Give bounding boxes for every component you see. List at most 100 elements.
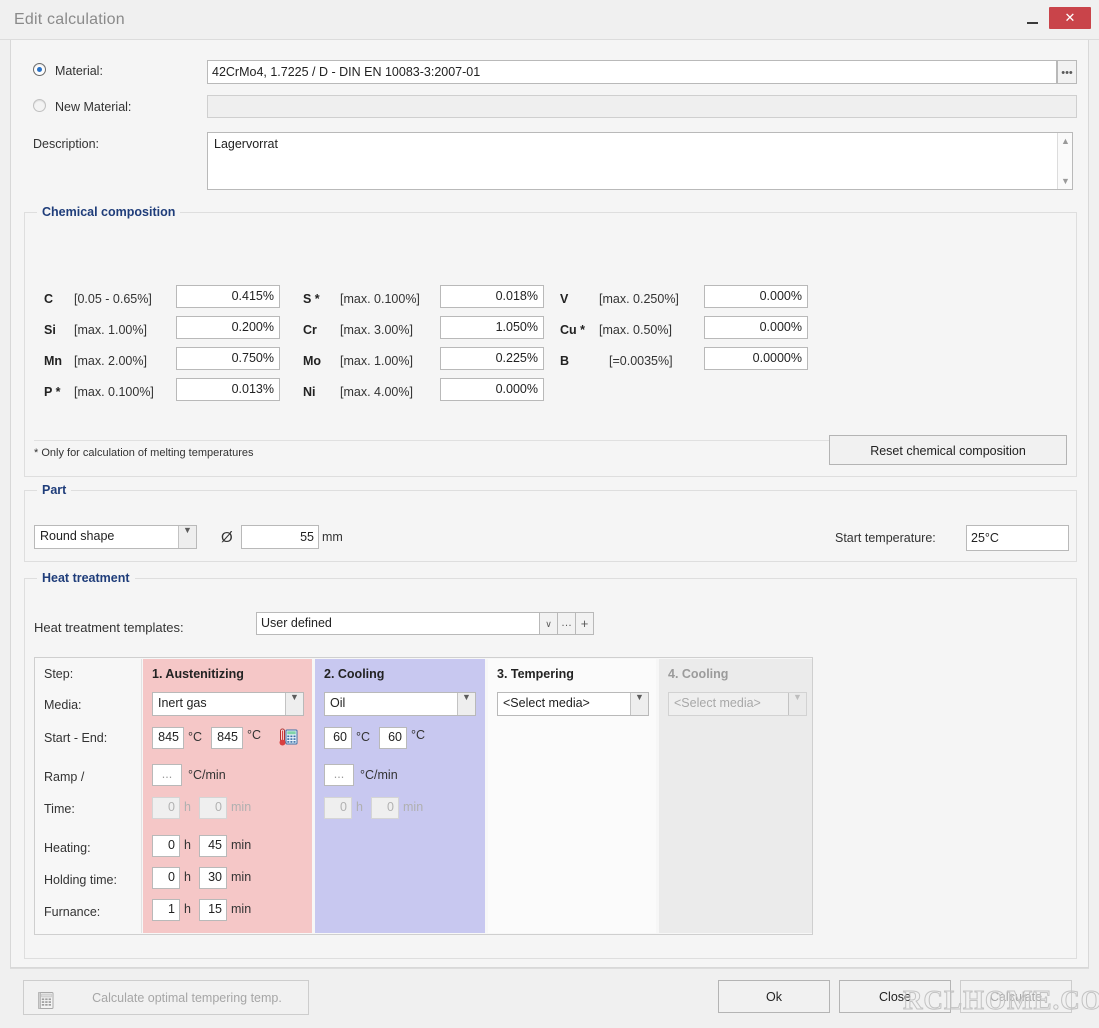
ht-start-unit-1: °C [188,730,203,744]
ht-media-select-2[interactable]: Oil ▼ [324,692,476,716]
chem-symbol-cu: Cu * [560,323,585,337]
chevron-down-icon[interactable]: ▼ [178,525,196,548]
new-material-input[interactable] [207,95,1077,118]
ht-time-hours-unit-2: h [356,800,363,814]
chevron-down-icon[interactable]: ▼ [457,692,475,715]
template-dropdown-icon[interactable]: ∨ [539,612,558,635]
chem-value-s[interactable]: 0.018% [440,285,544,308]
ht-start-temp-2[interactable]: 60 [324,727,352,749]
ht-ramp-2[interactable]: ... [324,764,354,786]
close-dialog-button[interactable]: Close [839,980,951,1013]
part-shape-select[interactable]: Round shape ▼ [34,525,197,549]
chemical-footnote: * Only for calculation of melting temper… [34,447,254,459]
material-browse-button[interactable]: ••• [1057,60,1077,84]
ht-ramp-unit-2: °C/min [360,768,398,782]
ht-time-hours-2[interactable]: 0 [324,797,352,819]
ht-step-header-3: 3. Tempering [497,667,574,681]
ht-start-temp-1[interactable]: 845 [152,727,184,749]
chem-range-s: [max. 0.100%] [340,292,420,306]
ht-end-temp-2[interactable]: 60 [379,727,407,749]
part-title: Part [37,483,72,497]
close-button[interactable]: ✕ [1049,7,1091,29]
material-input[interactable]: 42CrMo4, 1.7225 / D - DIN EN 10083-3:200… [207,60,1057,84]
chem-symbol-mn: Mn [44,354,63,368]
ht-step-column-cooling-2: 2. Cooling Oil ▼ 60 °C 60 °C ... °C/min … [315,659,485,933]
start-temperature-label: Start temperature: [835,531,936,545]
chem-value-cr[interactable]: 1.050% [440,316,544,339]
ht-heating-hours-1[interactable]: 0 [152,835,180,857]
chem-symbol-v: V [560,292,569,306]
dialog-body: Material: 42CrMo4, 1.7225 / D - DIN EN 1… [10,40,1089,968]
ht-step-column-cooling-4: 4. Cooling <Select media> ▼ [659,659,812,933]
material-label: Material: [55,64,103,78]
chem-range-p: [max. 0.100%] [74,385,154,399]
ht-media-select-4[interactable]: <Select media> ▼ [668,692,807,716]
ht-time-hours-1[interactable]: 0 [152,797,180,819]
chem-range-cr: [max. 3.00%] [340,323,413,337]
scroll-up-icon[interactable]: ▲ [1058,134,1073,148]
ht-label-column: Step: Media: Start - End: Ramp / Time: H… [36,659,142,933]
ht-ramp-unit-1: °C/min [188,768,226,782]
calculate-optimal-tempering-button[interactable]: Calculate optimal tempering temp. [23,980,309,1015]
calculate-button[interactable]: Calculate [960,980,1072,1013]
part-shape-value: Round shape [40,529,115,543]
ht-media-select-1[interactable]: Inert gas ▼ [152,692,304,716]
ht-furnance-minutes-1[interactable]: 15 [199,899,227,921]
chem-value-mo[interactable]: 0.225% [440,347,544,370]
chem-value-cu[interactable]: 0.000% [704,316,808,339]
diameter-unit: mm [322,530,343,544]
ht-heating-hours-unit-1: h [184,838,191,852]
chem-value-mn[interactable]: 0.750% [176,347,280,370]
ht-row-label-step: Step: [44,667,74,681]
ht-holding-hours-unit-1: h [184,870,191,884]
ht-time-minutes-1[interactable]: 0 [199,797,227,819]
ht-heating-minutes-1[interactable]: 45 [199,835,227,857]
ok-button[interactable]: Ok [718,980,830,1013]
chem-symbol-p: P * [44,385,61,399]
chevron-down-icon[interactable]: ▼ [788,692,806,715]
chevron-down-icon[interactable]: ▼ [285,692,303,715]
ht-row-label-ramp: Ramp / [44,770,85,784]
chem-value-v[interactable]: 0.000% [704,285,808,308]
chem-value-p[interactable]: 0.013% [176,378,280,401]
temperature-calculator-icon[interactable] [279,727,299,747]
chem-range-c: [0.05 - 0.65%] [74,292,152,306]
reset-chemical-composition-button[interactable]: Reset chemical composition [829,435,1067,465]
ht-step-column-austenitizing: 1. Austenitizing Inert gas ▼ 845 °C 845 … [143,659,312,933]
scroll-down-icon[interactable]: ▼ [1058,174,1073,188]
chem-range-si: [max. 1.00%] [74,323,147,337]
chem-value-b[interactable]: 0.0000% [704,347,808,370]
chem-value-c[interactable]: 0.415% [176,285,280,308]
ht-time-minutes-2[interactable]: 0 [371,797,399,819]
ht-media-select-3[interactable]: <Select media> ▼ [497,692,649,716]
ht-end-unit-2: °C [411,728,426,742]
chem-value-si[interactable]: 0.200% [176,316,280,339]
ht-furnance-hours-1[interactable]: 1 [152,899,180,921]
ht-step-header-2: 2. Cooling [324,667,385,681]
minimize-button[interactable] [1018,8,1046,32]
ht-ramp-1[interactable]: ... [152,764,182,786]
calculator-icon [37,989,55,1009]
description-scrollbar[interactable]: ▲ ▼ [1057,133,1072,189]
chem-symbol-cr: Cr [303,323,317,337]
ht-holding-minutes-1[interactable]: 30 [199,867,227,889]
chem-range-ni: [max. 4.00%] [340,385,413,399]
ht-row-label-furnance: Furnance: [44,905,101,919]
ht-holding-hours-1[interactable]: 0 [152,867,180,889]
template-add-icon[interactable]: + [575,612,594,635]
ht-end-temp-1[interactable]: 845 [211,727,243,749]
diameter-input[interactable]: 55 [241,525,319,549]
ht-heating-minutes-unit-1: min [231,838,252,852]
heat-treatment-template-input[interactable]: User defined [256,612,541,635]
new-material-radio[interactable] [33,99,46,112]
start-temperature-input[interactable]: 25°C [966,525,1069,551]
material-radio[interactable] [33,63,46,76]
description-label: Description: [33,137,99,151]
chem-symbol-si: Si [44,323,56,337]
description-textarea[interactable] [207,132,1073,190]
chem-value-ni[interactable]: 0.000% [440,378,544,401]
chevron-down-icon[interactable]: ▼ [630,692,648,715]
template-browse-icon[interactable]: … [557,612,576,635]
ht-step-header-1: 1. Austenitizing [152,667,244,681]
chem-range-cu: [max. 0.50%] [599,323,672,337]
